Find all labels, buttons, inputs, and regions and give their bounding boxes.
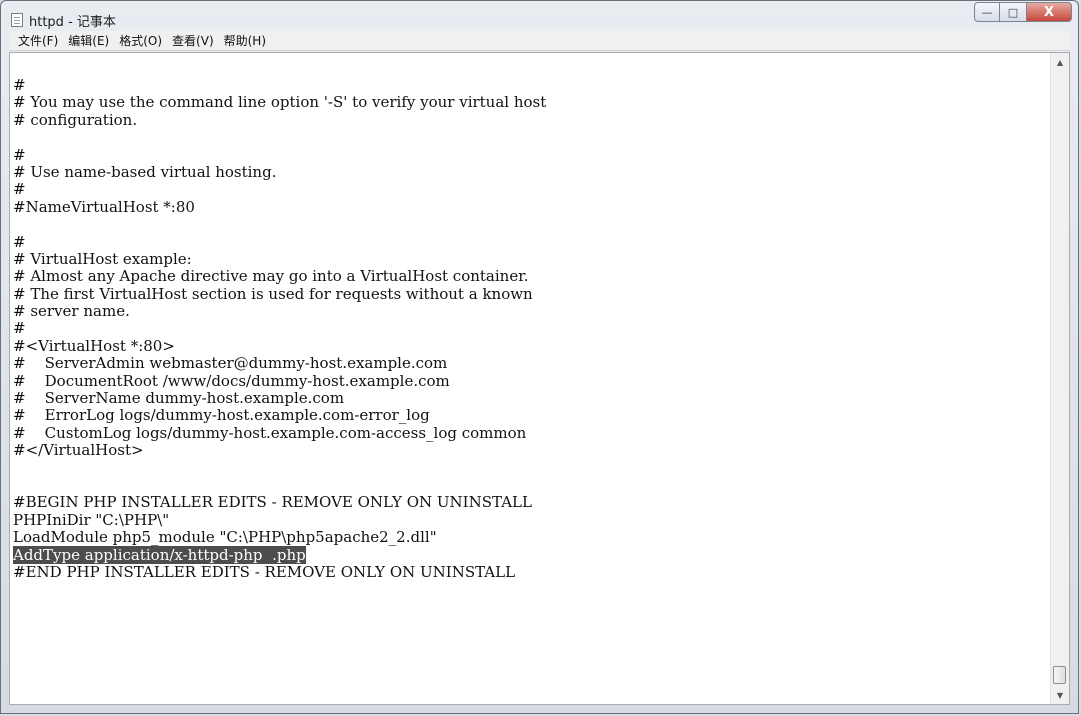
scroll-thumb[interactable] [1053, 666, 1066, 684]
text-line-content: AddType application/x-httpd-php .php [13, 545, 306, 564]
text-line-content: # ServerAdmin webmaster@dummy-host.examp… [13, 354, 448, 373]
minimize-button[interactable]: — [974, 2, 1000, 22]
selected-text-line[interactable]: AddType application/x-httpd-php .php [13, 545, 1051, 564]
text-line-content: # The first VirtualHost section is used … [13, 284, 533, 303]
text-line-content: #</VirtualHost> [13, 441, 144, 460]
text-line[interactable]: # configuration. [13, 110, 1051, 129]
text-line-content: PHPIniDir "C:\PHP\" [13, 510, 170, 529]
text-line-content: # DocumentRoot /www/docs/dummy-host.exam… [13, 371, 450, 390]
text-line[interactable]: # Use name-based virtual hosting. [13, 162, 1051, 181]
text-line[interactable]: # You may use the command line option '-… [13, 94, 1051, 111]
notepad-icon [11, 13, 23, 27]
text-line-content: # VirtualHost example: [13, 249, 192, 268]
menu-help[interactable]: 帮助(H) [219, 32, 271, 49]
text-line-content: # configuration. [13, 110, 138, 129]
text-line-content: # You may use the command line option '-… [13, 93, 547, 112]
minimize-icon: — [981, 5, 993, 19]
text-line[interactable]: PHPIniDir "C:\PHP\" [13, 510, 1051, 529]
text-line-content: #<VirtualHost *:80> [13, 336, 175, 355]
scroll-up-icon[interactable]: ▲ [1051, 53, 1069, 71]
text-line[interactable]: LoadModule php5_module "C:\PHP\php5apach… [13, 528, 1051, 547]
text-line-content: # ServerName dummy-host.example.com [13, 389, 345, 408]
close-button[interactable]: X [1026, 2, 1072, 22]
window-controls: — □ X [974, 2, 1072, 24]
text-line-content: # CustomLog logs/dummy-host.example.com-… [13, 423, 527, 442]
text-line-content: #BEGIN PHP INSTALLER EDITS - REMOVE ONLY… [13, 493, 532, 512]
text-line-content: # Almost any Apache directive may go int… [13, 267, 529, 286]
text-line-content: #NameVirtualHost *:80 [13, 197, 195, 216]
text-line[interactable]: # ServerName dummy-host.example.com [13, 389, 1051, 408]
vertical-scrollbar[interactable]: ▲ ▼ [1050, 53, 1069, 704]
text-line[interactable] [13, 460, 1051, 477]
text-line[interactable]: # CustomLog logs/dummy-host.example.com-… [13, 423, 1051, 442]
text-line[interactable]: # ServerAdmin webmaster@dummy-host.examp… [13, 355, 1051, 372]
notepad-window: httpd - 记事本 — □ X 文件(F) 编辑(E) 格式(O) 查看(V… [0, 0, 1079, 714]
text-line-content: # [13, 319, 26, 338]
text-line-content: LoadModule php5_module "C:\PHP\php5apach… [13, 528, 437, 547]
text-line[interactable]: #</VirtualHost> [13, 442, 1051, 459]
editor-text-area[interactable]: # # You may use the command line option '… [10, 53, 1051, 704]
text-line-content: # Use name-based virtual hosting. [13, 162, 277, 181]
maximize-icon: □ [1007, 5, 1019, 19]
text-line[interactable]: # [13, 181, 1051, 198]
scroll-down-icon[interactable]: ▼ [1051, 686, 1069, 704]
text-line[interactable]: # server name. [13, 302, 1051, 321]
text-line-content: # server name. [13, 302, 130, 321]
text-line[interactable] [13, 477, 1051, 494]
menu-edit[interactable]: 编辑(E) [63, 32, 114, 49]
close-icon: X [1043, 4, 1055, 20]
text-line[interactable]: #NameVirtualHost *:80 [13, 197, 1051, 216]
text-line-content: # [13, 76, 26, 94]
text-line[interactable]: # [13, 320, 1051, 337]
text-editor[interactable]: # # You may use the command line option '… [9, 52, 1070, 705]
menu-format[interactable]: 格式(O) [114, 32, 167, 49]
text-line[interactable]: # ErrorLog logs/dummy-host.example.com-e… [13, 407, 1051, 424]
text-line-content: #END PHP INSTALLER EDITS - REMOVE ONLY O… [13, 562, 516, 581]
text-line[interactable]: # [13, 145, 1051, 164]
maximize-button[interactable]: □ [1000, 2, 1026, 22]
menu-view[interactable]: 查看(V) [167, 32, 219, 49]
text-line[interactable]: # [13, 76, 1051, 94]
text-line[interactable] [13, 129, 1051, 146]
text-line-content: # [13, 180, 26, 199]
text-line[interactable] [13, 216, 1051, 233]
text-line-content: # ErrorLog logs/dummy-host.example.com-e… [13, 406, 430, 425]
text-line[interactable]: # VirtualHost example: [13, 249, 1051, 268]
menu-file[interactable]: 文件(F) [13, 32, 63, 49]
text-line-content: # [13, 145, 26, 164]
text-line[interactable]: # DocumentRoot /www/docs/dummy-host.exam… [13, 371, 1051, 390]
menu-bar: 文件(F) 编辑(E) 格式(O) 查看(V) 帮助(H) [9, 31, 1070, 51]
text-line[interactable]: #BEGIN PHP INSTALLER EDITS - REMOVE ONLY… [13, 494, 1051, 511]
text-line-content: # [13, 232, 26, 251]
window-title: httpd - 记事本 [29, 15, 116, 30]
text-line[interactable]: # Almost any Apache directive may go int… [13, 268, 1051, 285]
text-line[interactable]: #END PHP INSTALLER EDITS - REMOVE ONLY O… [13, 562, 1051, 581]
text-line[interactable]: # [13, 232, 1051, 251]
text-line[interactable]: #<VirtualHost *:80> [13, 336, 1051, 355]
text-line[interactable]: # The first VirtualHost section is used … [13, 284, 1051, 303]
